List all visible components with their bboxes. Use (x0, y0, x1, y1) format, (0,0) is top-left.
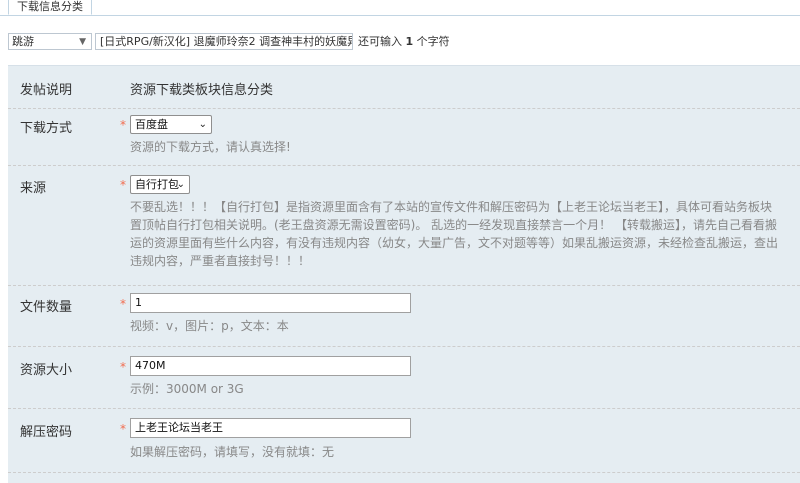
category-select[interactable]: 跳游 ▼ (8, 33, 92, 50)
chevron-down-icon: ⌄ (198, 119, 207, 130)
download-method-desc: 资源的下载方式，请认真选择! (130, 140, 291, 154)
char-count-hint: 还可输入 1 个字符 (358, 34, 450, 49)
download-method-label: 下载方式 (20, 121, 73, 136)
download-method-select[interactable]: 百度盘 ⌄ (130, 115, 212, 134)
required-marker: * (120, 118, 126, 132)
source-label: 来源 (20, 181, 47, 196)
category-select-value: 跳游 (12, 35, 34, 48)
file-count-desc: 视频：v，图片：p，文本：本 (130, 319, 289, 333)
intro-label: 发帖说明 (20, 83, 73, 98)
download-method-value: 百度盘 (135, 118, 168, 131)
file-count-label: 文件数量 (20, 300, 73, 315)
required-marker: * (120, 297, 126, 311)
resource-size-label: 资源大小 (20, 363, 73, 378)
title-row: 跳游 ▼ [日式RPG/新汉化] 退魔师玲奈2 调查神丰村的妖魔异变 还可输入 … (0, 33, 800, 53)
resource-size-input[interactable]: 470M (130, 356, 411, 376)
source-select[interactable]: 自行打包 ⌄ (130, 175, 190, 194)
password-label: 解压密码 (20, 425, 73, 440)
hint-suffix: 个字符 (416, 35, 450, 48)
required-marker: * (120, 360, 126, 374)
row-intro: 发帖说明 资源下载类板块信息分类 (8, 66, 800, 109)
hint-count: 1 (405, 35, 414, 48)
row-source: 来源 * 自行打包 ⌄ 不要乱选！！！【自行打包】是指资源里面含有了本站的宣传文… (8, 165, 800, 286)
subject-input[interactable]: [日式RPG/新汉化] 退魔师玲奈2 调查神丰村的妖魔异变 (95, 33, 353, 50)
password-input[interactable]: 上老王论坛当老王 (130, 418, 411, 438)
password-desc: 如果解压密码，请填写，没有就填：无 (130, 445, 335, 459)
source-desc-line: 置顶帖自行打包相关说明。(老王盘资源无需设置密码)。 乱选的一经发现直接禁言一个… (130, 218, 777, 232)
row-download-method: 下载方式 * 百度盘 ⌄ 资源的下载方式，请认真选择! (8, 108, 800, 166)
category-form-panel: 发帖说明 资源下载类板块信息分类 下载方式 * 百度盘 ⌄ 资源的下载方式，请认… (8, 65, 800, 483)
source-value: 自行打包 (135, 178, 179, 191)
intro-text: 资源下载类板块信息分类 (130, 83, 274, 98)
source-desc-line: 运的资源里面有些什么内容，有没有违规内容（幼女，大量广告，文不对题等等）如果乱搬… (130, 236, 779, 250)
file-count-input[interactable]: 1 (130, 293, 411, 313)
chevron-down-icon: ▼ (79, 37, 86, 47)
source-desc-line: 违规内容，严重者直接封号！！！ (130, 254, 311, 268)
row-file-count: 文件数量 * 1 视频：v，图片：p，文本：本 (8, 285, 800, 347)
chevron-down-icon: ⌄ (176, 179, 185, 190)
source-desc-line: 不要乱选！！！【自行打包】是指资源里面含有了本站的宣传文件和解压密码为【上老王论… (130, 200, 773, 214)
tab-download-info-category[interactable]: 下载信息分类 (8, 0, 92, 15)
hint-prefix: 还可输入 (358, 35, 402, 48)
row-resource-size: 资源大小 * 470M 示例：3000M or 3G (8, 346, 800, 409)
resource-size-desc: 示例：3000M or 3G (130, 382, 244, 396)
tab-bar: 下载信息分类 (0, 0, 800, 16)
row-password: 解压密码 * 上老王论坛当老王 如果解压密码，请填写，没有就填：无 (8, 408, 800, 473)
required-marker: * (120, 422, 126, 436)
required-marker: * (120, 178, 126, 192)
